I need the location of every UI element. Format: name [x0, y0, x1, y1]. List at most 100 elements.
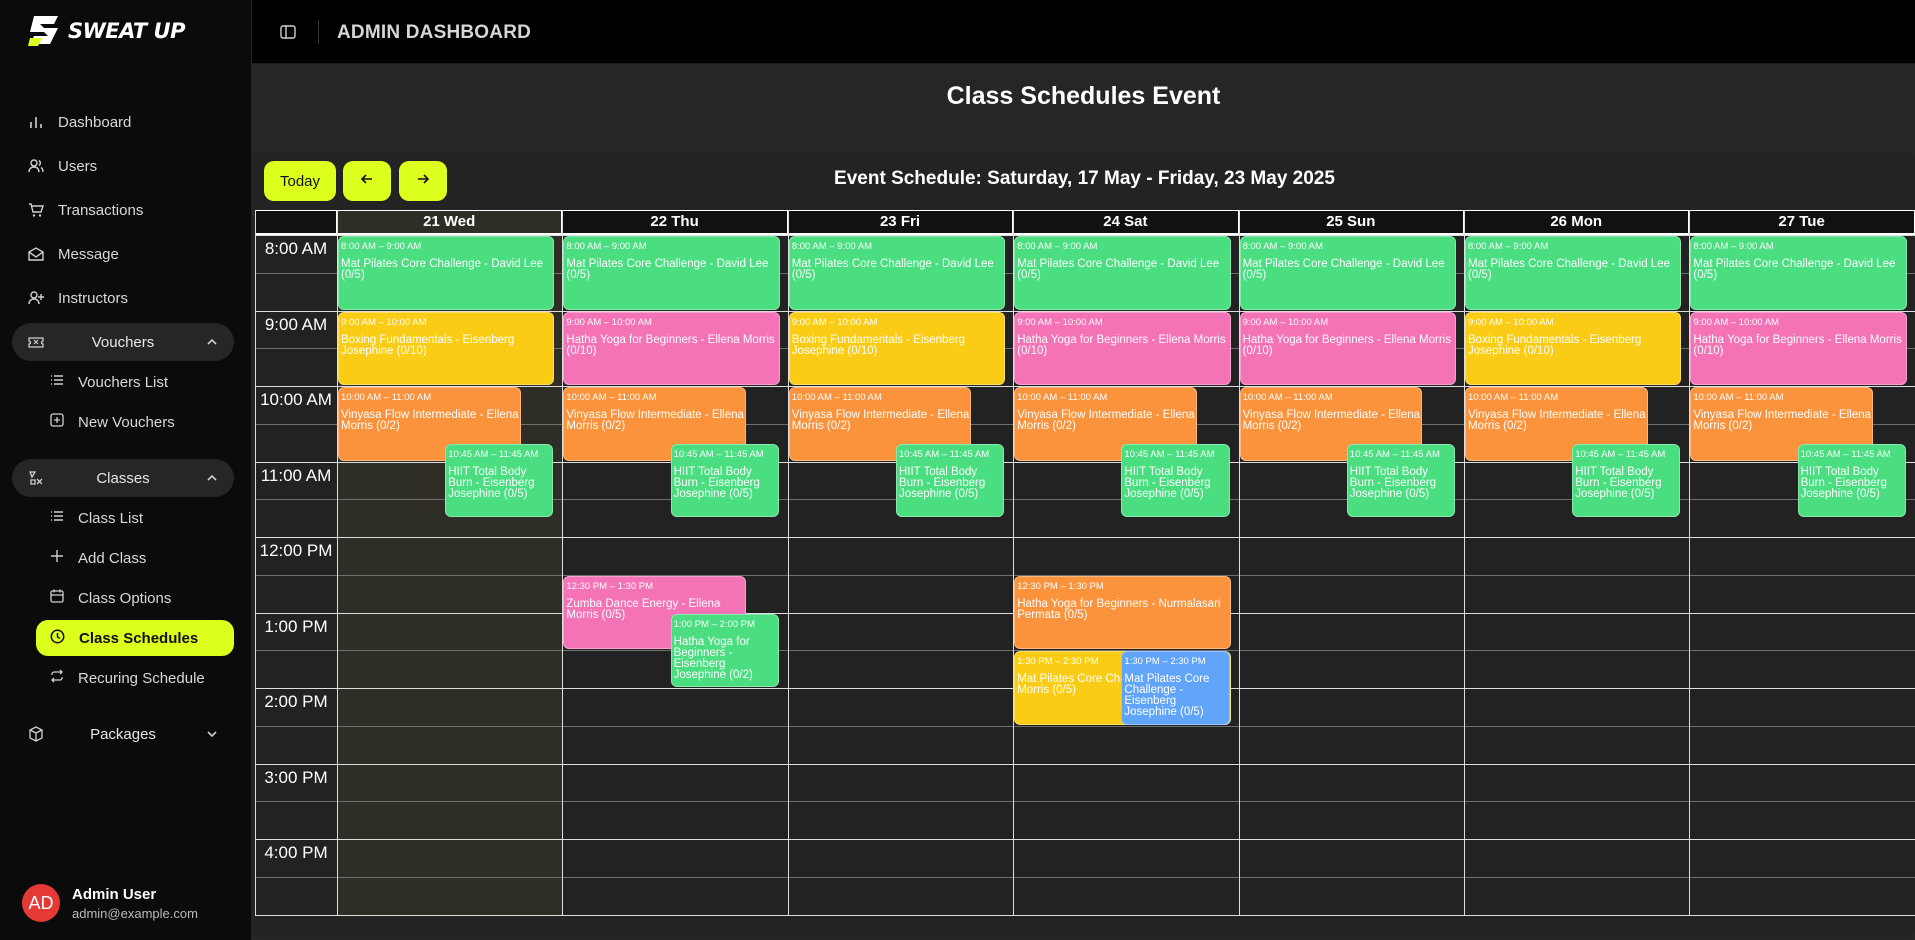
event-time: 10:00 AM – 11:00 AM: [791, 392, 882, 403]
day-header[interactable]: 25 Sun: [1238, 210, 1464, 235]
event-time: 8:00 AM – 9:00 AM: [1468, 241, 1549, 252]
day-header[interactable]: 23 Fri: [787, 210, 1014, 235]
event-title: Mat Pilates Core Challenge - David Lee (…: [566, 258, 769, 281]
time-label: 11:00 AM: [260, 465, 332, 485]
sidebar-item-dashboard[interactable]: Dashboard: [28, 104, 131, 140]
sidebar-item-users[interactable]: Users: [28, 148, 97, 184]
brand-name: SWEAT UP: [68, 19, 185, 43]
sidebar-item-label: Class Schedules: [79, 629, 199, 647]
event-time: 8:00 AM – 9:00 AM: [1017, 241, 1098, 252]
users-icon: [28, 158, 44, 174]
event-title: Hatha Yoga for Beginners - Ellena Morris…: [1693, 333, 1902, 357]
sidebar-item-label: Add Class: [78, 549, 147, 567]
half-hour-gridline: [255, 876, 1915, 878]
event-time: 10:00 AM – 11:00 AM: [1017, 392, 1108, 403]
schedule-event[interactable]: 8:00 AM – 9:00 AM Mat Pilates Core Challe…: [338, 236, 555, 310]
sidebar-item-add-class[interactable]: Add Class: [50, 541, 146, 575]
schedule-event[interactable]: 10:45 AM – 11:45 AM HIIT Total Body Burn …: [1346, 443, 1455, 518]
event-time: 9:00 AM – 10:00 AM: [1017, 316, 1103, 328]
event-title: Vinyasa Flow Intermediate - Ellena Morri…: [791, 409, 970, 432]
event-title: HIIT Total Body Burn - Eisenberg Josephi…: [1124, 465, 1211, 500]
event-time: 9:00 AM – 10:00 AM: [791, 316, 878, 328]
sidebar-group-packages[interactable]: Packages: [12, 715, 234, 753]
hour-gridline: [255, 537, 1915, 538]
schedule-event[interactable]: 8:00 AM – 9:00 AM Mat Pilates Core Challe…: [1239, 236, 1456, 310]
event-title: Mat Pilates Core Challenge - David Lee (…: [1017, 258, 1220, 281]
sidebar-item-label: Users: [58, 157, 98, 175]
sidebar-item-instructors[interactable]: Instructors: [28, 280, 128, 316]
calendar-left-border: [255, 210, 256, 916]
schedule-event[interactable]: 9:00 AM – 10:00 AM Hatha Yoga for Beginne…: [1014, 311, 1231, 385]
schedule-event[interactable]: 9:00 AM – 10:00 AM Hatha Yoga for Beginne…: [563, 311, 780, 385]
page-header-title: ADMIN DASHBOARD: [337, 22, 532, 43]
sidebar-item-label: Class List: [78, 509, 144, 527]
day-header[interactable]: 21 Wed: [337, 210, 563, 235]
event-title: Hatha Yoga for Beginners - Ellena Morris…: [1242, 333, 1451, 357]
sidebar-item-class-list[interactable]: Class List: [50, 501, 143, 535]
schedule-event[interactable]: 8:00 AM – 9:00 AM Mat Pilates Core Challe…: [563, 236, 780, 310]
sweat-up-logo-icon: [28, 16, 58, 46]
time-label: 12:00 PM: [259, 541, 333, 560]
schedule-event[interactable]: 8:00 AM – 9:00 AM Mat Pilates Core Challe…: [788, 236, 1006, 310]
schedule-event[interactable]: 9:00 AM – 10:00 AM Boxing Fundamentals - …: [1465, 311, 1682, 385]
time-label: 4:00 PM: [264, 843, 328, 862]
sidebar-group-label: Classes: [96, 469, 150, 487]
sidebar-item-message[interactable]: Message: [28, 236, 119, 272]
event-time: 9:00 AM – 10:00 AM: [566, 316, 652, 328]
schedule-event[interactable]: 10:45 AM – 11:45 AM HIIT Total Body Burn …: [1572, 443, 1681, 518]
sidebar-item-transactions[interactable]: Transactions: [28, 192, 143, 228]
schedule-event[interactable]: 9:00 AM – 10:00 AM Boxing Fundamentals - …: [788, 311, 1006, 385]
event-time: 10:00 AM – 11:00 AM: [566, 392, 657, 403]
day-header[interactable]: 26 Mon: [1464, 210, 1690, 235]
schedule-event[interactable]: 12:30 PM – 1:30 PM Hatha Yoga for Beginne…: [1014, 575, 1231, 650]
sidebar-group-classes[interactable]: Classes: [12, 459, 234, 497]
schedule-event[interactable]: 10:45 AM – 11:45 AM HIIT Total Body Burn …: [670, 443, 779, 518]
event-time: 10:45 AM – 11:45 AM: [1349, 448, 1440, 460]
user-plus-icon: [28, 290, 44, 306]
day-header[interactable]: 22 Thu: [562, 210, 788, 235]
day-header[interactable]: 24 Sat: [1013, 210, 1239, 235]
calendar-header-corner: [255, 210, 337, 235]
event-title: HIIT Total Body Burn - Eisenberg Josephi…: [1349, 465, 1437, 500]
schedule-event[interactable]: 9:00 AM – 10:00 AM Hatha Yoga for Beginne…: [1690, 311, 1907, 385]
sidebar-item-class-schedules[interactable]: Class Schedules: [36, 620, 234, 656]
event-title: Mat Pilates Core Challenge - David Lee (…: [1242, 258, 1445, 281]
hour-gridline: [255, 763, 1915, 765]
schedule-event[interactable]: 8:00 AM – 9:00 AM Mat Pilates Core Challe…: [1690, 236, 1907, 310]
time-label: 8:00 AM: [264, 239, 328, 258]
divider: [318, 20, 319, 44]
schedule-event[interactable]: 1:00 PM – 2:00 PM Hatha Yoga for Beginner…: [670, 613, 779, 687]
event-time: 10:45 AM – 11:45 AM: [673, 448, 764, 460]
schedule-event[interactable]: 10:45 AM – 11:45 AM HIIT Total Body Burn …: [1121, 443, 1230, 518]
schedule-event[interactable]: 10:45 AM – 11:45 AM HIIT Total Body Burn …: [1797, 443, 1906, 518]
schedule-event[interactable]: 8:00 AM – 9:00 AM Mat Pilates Core Challe…: [1465, 236, 1682, 310]
day-header[interactable]: 27 Tue: [1689, 210, 1915, 235]
sidebar-item-vouchers-list[interactable]: Vouchers List: [50, 365, 168, 399]
schedule-event[interactable]: 8:00 AM – 9:00 AM Mat Pilates Core Challe…: [1014, 236, 1231, 310]
schedule-event[interactable]: 10:45 AM – 11:45 AM HIIT Total Body Burn …: [445, 443, 554, 518]
brand-logo[interactable]: SWEAT UP: [28, 14, 185, 48]
sidebar-item-recuring-schedule[interactable]: Recuring Schedule: [50, 661, 205, 695]
hour-gridline: [255, 839, 1915, 840]
sidebar-item-class-options[interactable]: Class Options: [50, 581, 171, 615]
chevron-up-icon: [206, 335, 218, 352]
schedule-event[interactable]: 9:00 AM – 10:00 AM Boxing Fundamentals - …: [338, 311, 555, 385]
event-title: Hatha Yoga for Beginners - Eisenberg Jos…: [673, 635, 753, 681]
schedule-event[interactable]: 9:00 AM – 10:00 AM Hatha Yoga for Beginne…: [1239, 311, 1456, 385]
user-profile[interactable]: AD Admin User admin@example.com: [22, 884, 198, 922]
event-title: Vinyasa Flow Intermediate - Ellena Morri…: [1242, 409, 1421, 432]
event-time: 8:00 AM – 9:00 AM: [791, 241, 873, 252]
half-hour-gridline: [255, 801, 1915, 803]
event-title: HIIT Total Body Burn - Eisenberg Josephi…: [448, 465, 535, 500]
sidebar-group-vouchers[interactable]: Vouchers: [12, 323, 234, 361]
event-title: Boxing Fundamentals - Eisenberg Josephin…: [341, 333, 515, 357]
sidebar-toggle-icon[interactable]: [280, 24, 296, 45]
event-title: Vinyasa Flow Intermediate - Ellena Morri…: [1017, 409, 1195, 432]
schedule-event[interactable]: 10:45 AM – 11:45 AM HIIT Total Body Burn …: [895, 443, 1005, 518]
schedule-event[interactable]: 1:30 PM – 2:30 PM Mat Pilates Core Challe…: [1121, 651, 1230, 725]
sidebar-item-new-vouchers[interactable]: New Vouchers: [50, 405, 175, 439]
list-icon: [50, 509, 64, 527]
chevron-down-icon: [206, 727, 218, 744]
event-title: Mat Pilates Core Challenge - David Lee (…: [1693, 258, 1896, 281]
time-label: 1:00 PM: [264, 616, 328, 636]
